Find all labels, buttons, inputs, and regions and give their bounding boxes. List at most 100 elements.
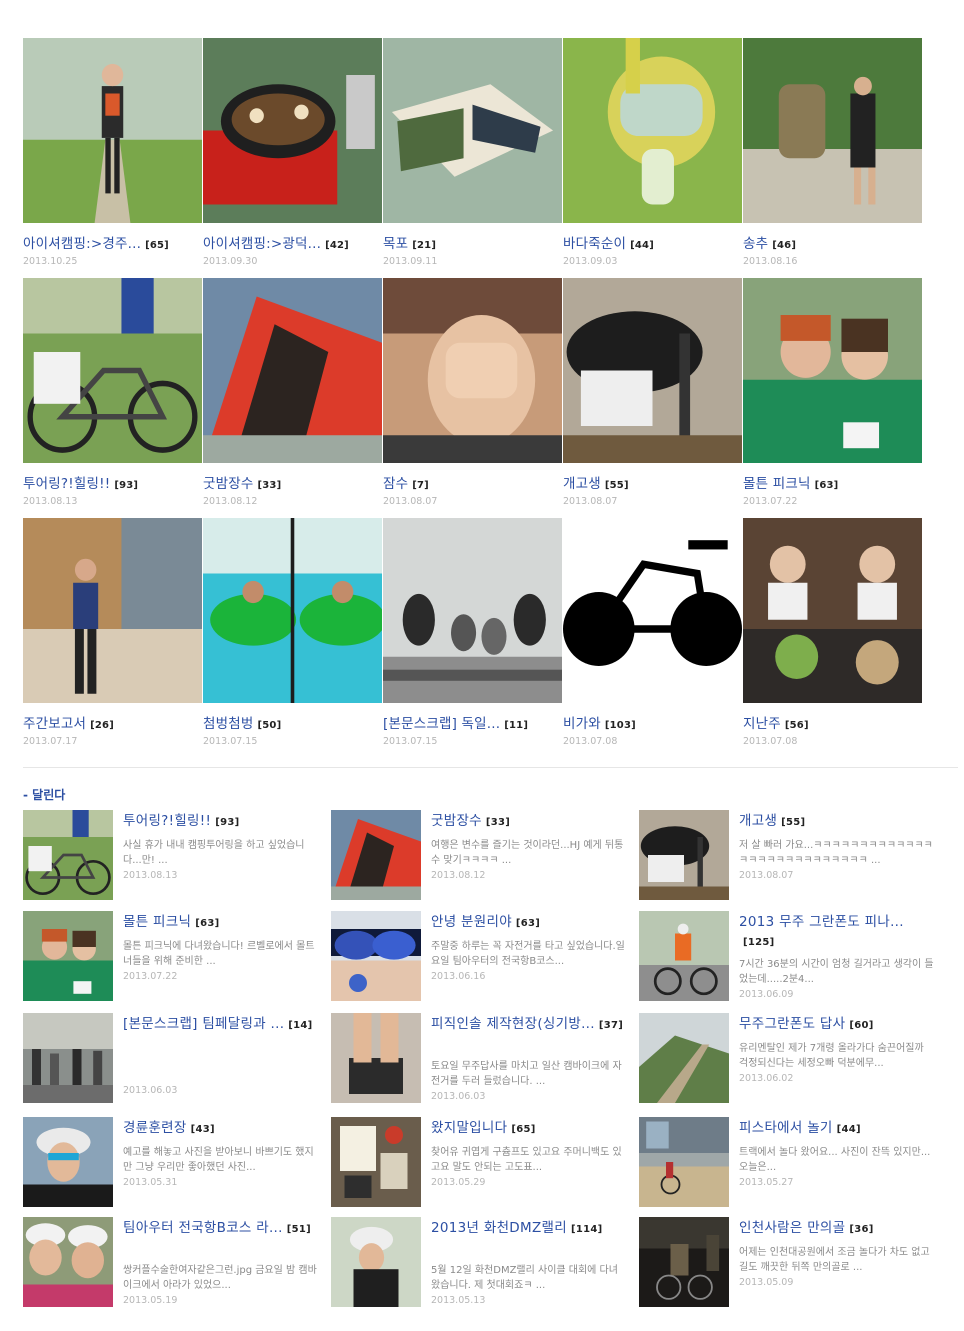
grid-thumbnail[interactable] xyxy=(203,518,382,703)
grid-item-title[interactable]: 목포 [21] xyxy=(383,232,436,252)
list-item-title-text[interactable]: 무주그란폰도 답사 xyxy=(739,1016,845,1032)
grid-thumbnail[interactable] xyxy=(563,278,742,463)
list-item-title[interactable]: 개고생 [55] xyxy=(739,812,935,832)
grid-item-title-text[interactable]: 첨벙첨벙 xyxy=(203,716,253,732)
list-item-title[interactable]: 팀아우터 전국항B코스 라... [51] xyxy=(123,1219,319,1239)
photo-bicycle-icon xyxy=(23,278,202,463)
grid-thumbnail[interactable] xyxy=(203,278,382,463)
photo-hikers-icon xyxy=(743,38,922,223)
grid-item-title-text[interactable]: 굿밤장수 xyxy=(203,476,253,492)
grid-thumbnail[interactable] xyxy=(203,38,382,223)
list-thumbnail[interactable] xyxy=(23,1117,113,1207)
grid-item-title[interactable]: 개고생 [55] xyxy=(563,472,629,492)
list-item-count: [37] xyxy=(598,1020,624,1031)
list-thumbnail[interactable] xyxy=(331,810,421,900)
list-item-title[interactable]: 굿밤장수 [33] xyxy=(431,812,627,832)
list-item-title-text[interactable]: 피직인솔 제작현장(싱기방... xyxy=(431,1016,595,1032)
list-thumbnail[interactable] xyxy=(639,1117,729,1207)
list-thumbnail[interactable] xyxy=(639,1013,729,1103)
grid-thumbnail[interactable] xyxy=(383,278,562,463)
grid-item-title[interactable]: 송추 [46] xyxy=(743,232,796,252)
list-item-title[interactable]: 왔지말입니다 [65] xyxy=(431,1119,627,1139)
list-item-title[interactable]: 몰튼 피크닉 [63] xyxy=(123,913,319,933)
list-item-title[interactable]: 투어링?!힐링!! [93] xyxy=(123,812,319,832)
grid-thumbnail[interactable] xyxy=(23,38,202,223)
grid-item-title[interactable]: 아이셔캠핑:>광덕... [42] xyxy=(203,232,349,252)
grid-item-title-text[interactable]: 아이셔캠핑:>광덕... xyxy=(203,236,321,252)
list-item-title-text[interactable]: 안녕 분원리야 xyxy=(431,914,512,930)
grid-item-title-text[interactable]: 주간보고서 xyxy=(23,716,86,732)
list-thumbnail[interactable] xyxy=(23,810,113,900)
grid-thumbnail[interactable] xyxy=(743,518,922,703)
list-item-title[interactable]: 경륜훈련장 [43] xyxy=(123,1119,319,1139)
list-thumbnail[interactable] xyxy=(331,1217,421,1307)
grid-item-title-text[interactable]: 잠수 xyxy=(383,476,408,492)
list-item-title-text[interactable]: 경륜훈련장 xyxy=(123,1120,187,1136)
grid-item-title[interactable]: 굿밤장수 [33] xyxy=(203,472,281,492)
grid-item-title-text[interactable]: 지난주 xyxy=(743,716,781,732)
list-item-title-text[interactable]: 개고생 xyxy=(739,813,777,829)
list-thumbnail[interactable] xyxy=(639,810,729,900)
list-item-title-text[interactable]: 몰튼 피크닉 xyxy=(123,914,191,930)
grid-item-title[interactable]: [본문스크랩] 독일... [11] xyxy=(383,712,528,732)
list-item-title-text[interactable]: 2013 무주 그란폰도 피나... xyxy=(739,914,904,930)
list-item-title-text[interactable]: 2013년 화천DMZ랠리 xyxy=(431,1220,567,1236)
list-item-title-text[interactable]: 팀아우터 전국항B코스 라... xyxy=(123,1220,283,1236)
list-item-count: [60] xyxy=(849,1020,874,1031)
grid-thumbnail[interactable] xyxy=(23,278,202,463)
grid-item-title-text[interactable]: 바다죽순이 xyxy=(563,236,626,252)
list-thumbnail[interactable] xyxy=(331,1117,421,1207)
grid-item-title[interactable]: 주간보고서 [26] xyxy=(23,712,114,732)
photo-night-ride-icon xyxy=(639,1217,729,1307)
list-thumbnail[interactable] xyxy=(331,1013,421,1103)
grid-thumbnail[interactable] xyxy=(23,518,202,703)
list-item-excerpt: 유리멘탈인 제가 7개령 올라가다 숨끈어질까 걱정되신다는 세정오빠 덕분에무… xyxy=(739,1043,924,1069)
list-item-title[interactable]: 무주그란폰도 답사 [60] xyxy=(739,1015,935,1035)
list-thumbnail[interactable] xyxy=(639,1217,729,1307)
grid-item-title[interactable]: 비가와 [103] xyxy=(563,712,636,732)
list-item-title-text[interactable]: 투어링?!힐링!! xyxy=(123,813,211,829)
grid-item-title-text[interactable]: 투어링?!힐링!! xyxy=(23,476,110,492)
grid-item-title[interactable]: 몰튼 피크닉 [63] xyxy=(743,472,838,492)
list-thumbnail[interactable] xyxy=(23,911,113,1001)
list-item-title-text[interactable]: 인천사람은 만의골 xyxy=(739,1220,845,1236)
grid-item-title[interactable]: 잠수 [7] xyxy=(383,472,429,492)
grid-item-count: [11] xyxy=(504,720,529,731)
grid-item-title-text[interactable]: [본문스크랩] 독일... xyxy=(383,716,500,732)
list-item-title-text[interactable]: 굿밤장수 xyxy=(431,813,482,829)
grid-thumbnail[interactable] xyxy=(383,518,562,703)
list-thumbnail[interactable] xyxy=(639,911,729,1001)
grid-item-date: 2013.08.16 xyxy=(743,256,798,267)
grid-item-title[interactable]: 지난주 [56] xyxy=(743,712,809,732)
list-item-title[interactable]: 2013 무주 그란폰도 피나... [125] xyxy=(739,913,935,952)
grid-item-title-text[interactable]: 목포 xyxy=(383,236,408,252)
grid-item-title-text[interactable]: 아이셔캠핑:>경주... xyxy=(23,236,141,252)
grid-thumbnail[interactable] xyxy=(743,38,922,223)
list-item-title[interactable]: 인천사람은 만의골 [36] xyxy=(739,1219,935,1239)
list-item-title[interactable]: 피직인솔 제작현장(싱기방... [37] xyxy=(431,1015,627,1035)
list-item-title[interactable]: 안녕 분원리야 [63] xyxy=(431,913,627,933)
list-item-title-text[interactable]: 왔지말입니다 xyxy=(431,1120,507,1136)
grid-thumbnail[interactable] xyxy=(563,38,742,223)
list-item-excerpt: 쌍커플수술한여자같은그런.jpg 금요일 밤 캠바이크에서 아라가 있었으... xyxy=(123,1265,317,1291)
grid-item-title[interactable]: 첨벙첨벙 [50] xyxy=(203,712,281,732)
grid-item-title-text[interactable]: 몰튼 피크닉 xyxy=(743,476,811,492)
grid-item-title-text[interactable]: 송추 xyxy=(743,236,768,252)
list-thumbnail[interactable] xyxy=(331,911,421,1001)
list-thumbnail[interactable] xyxy=(23,1217,113,1307)
list-item-title-text[interactable]: 피스타에서 놀기 xyxy=(739,1120,833,1136)
list-item-title[interactable]: [본문스크랩] 팀페달링과 ... [14] xyxy=(123,1015,319,1035)
grid-item-title[interactable]: 아이셔캠핑:>경주... [65] xyxy=(23,232,169,252)
grid-item-title[interactable]: 바다죽순이 [44] xyxy=(563,232,654,252)
grid-thumbnail[interactable] xyxy=(563,518,742,703)
list-item-title[interactable]: 2013년 화천DMZ랠리 [114] xyxy=(431,1219,627,1239)
grid-item-title[interactable]: 투어링?!힐링!! [93] xyxy=(23,472,138,492)
list-thumbnail[interactable] xyxy=(23,1013,113,1103)
grid-thumbnail[interactable] xyxy=(743,278,922,463)
grid-thumbnail[interactable] xyxy=(383,38,562,223)
list-item-title[interactable]: 피스타에서 놀기 [44] xyxy=(739,1119,935,1139)
grid-item-title-text[interactable]: 개고생 xyxy=(563,476,601,492)
photo-bicycle-icon xyxy=(23,810,113,900)
list-item-title-text[interactable]: [본문스크랩] 팀페달링과 ... xyxy=(123,1016,284,1032)
grid-item-title-text[interactable]: 비가와 xyxy=(563,716,601,732)
